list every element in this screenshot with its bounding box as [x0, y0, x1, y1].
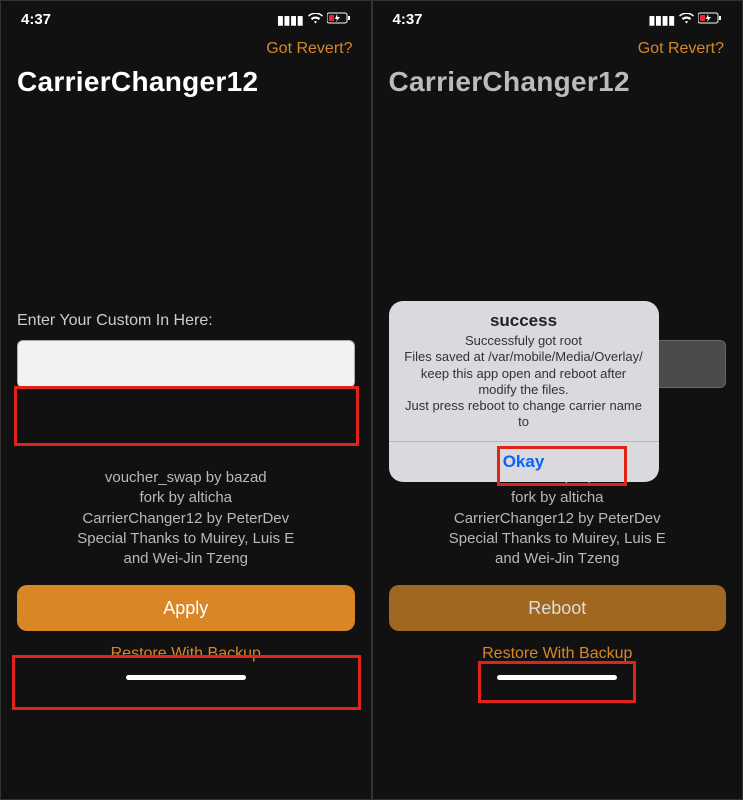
custom-input-label: Enter Your Custom In Here: [17, 312, 355, 330]
status-icons: ▮▮▮▮ [277, 12, 350, 27]
page-title: CarrierChanger12 [389, 66, 727, 98]
dialog-ok-button[interactable]: Okay [389, 441, 659, 482]
status-bar: 4:37 ▮▮▮▮ [17, 9, 355, 34]
dialog-line: Files saved at /var/mobile/Media/Overlay… [403, 349, 645, 365]
page-title: CarrierChanger12 [17, 66, 355, 98]
restore-link[interactable]: Restore With Backup [389, 631, 727, 671]
home-indicator [126, 675, 246, 680]
credit-line: Special Thanks to Muirey, Luis E [397, 529, 719, 549]
signal-icon: ▮▮▮▮ [277, 13, 303, 27]
dialog-title: success [389, 301, 659, 333]
battery-icon [698, 12, 722, 27]
success-dialog: success Successfuly got root Files saved… [389, 301, 659, 482]
battery-icon [327, 12, 351, 27]
wifi-icon [308, 13, 323, 27]
got-revert-link[interactable]: Got Revert? [17, 34, 355, 66]
credit-line: CarrierChanger12 by PeterDev [25, 509, 347, 529]
credit-line: and Wei-Jin Tzeng [397, 549, 719, 569]
dialog-line: Successfuly got root [403, 333, 645, 349]
credit-line: and Wei-Jin Tzeng [25, 549, 347, 569]
credit-line: Special Thanks to Muirey, Luis E [25, 529, 347, 549]
wifi-icon [679, 13, 694, 27]
reboot-button[interactable]: Reboot [389, 585, 727, 631]
credit-line: fork by alticha [397, 488, 719, 508]
dialog-body: Successfuly got root Files saved at /var… [389, 333, 659, 441]
dialog-line: keep this app open and reboot after modi… [403, 366, 645, 399]
credit-line: fork by alticha [25, 488, 347, 508]
credit-line: voucher_swap by bazad [25, 468, 347, 488]
home-indicator [497, 675, 617, 680]
credit-line: CarrierChanger12 by PeterDev [397, 509, 719, 529]
signal-icon: ▮▮▮▮ [649, 13, 675, 27]
status-time: 4:37 [21, 11, 51, 28]
credits-text: voucher_swap by bazad fork by alticha Ca… [389, 468, 727, 579]
status-time: 4:37 [393, 11, 423, 28]
status-icons: ▮▮▮▮ [649, 12, 722, 27]
status-bar: 4:37 ▮▮▮▮ [389, 9, 727, 34]
restore-link[interactable]: Restore With Backup [17, 631, 355, 671]
apply-button[interactable]: Apply [17, 585, 355, 631]
custom-name-input[interactable] [17, 340, 355, 388]
got-revert-link[interactable]: Got Revert? [389, 34, 727, 66]
credits-text: voucher_swap by bazad fork by alticha Ca… [17, 468, 355, 579]
dialog-line: Just press reboot to change carrier name… [403, 398, 645, 431]
